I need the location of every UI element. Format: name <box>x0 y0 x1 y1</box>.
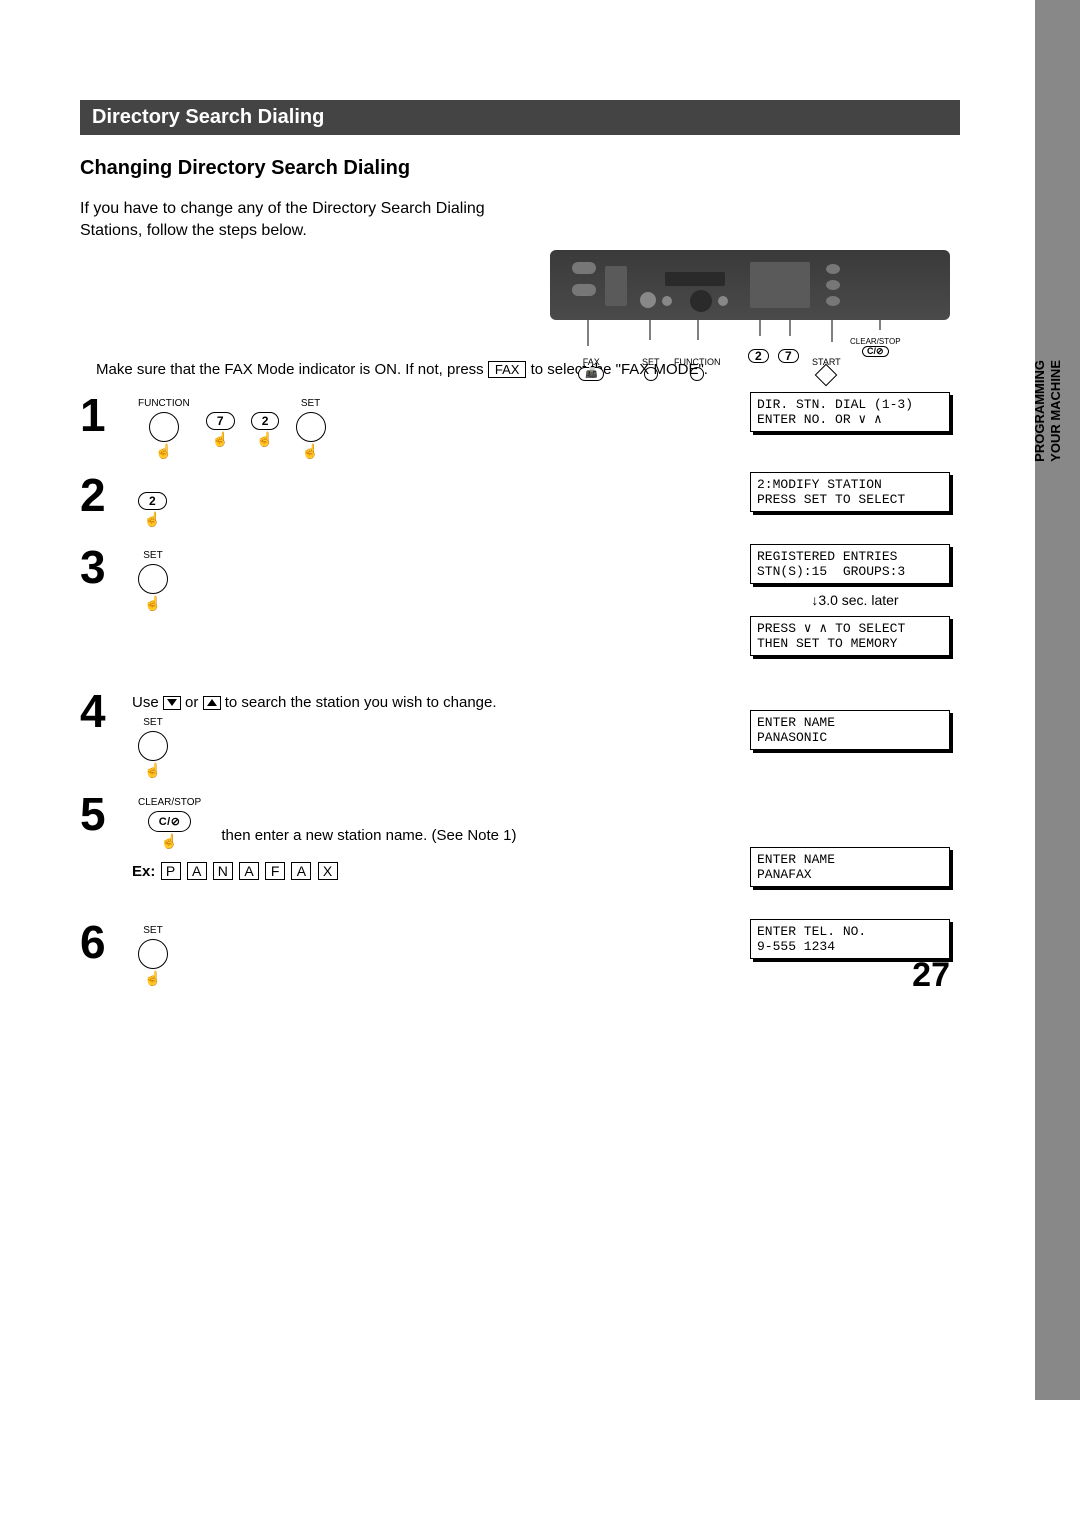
set-label: SET <box>296 398 326 410</box>
step-6: 6 SET ENTER TEL. NO. 9-555 1234 <box>80 919 960 985</box>
set-label: SET <box>138 550 168 562</box>
lcd-step3a: REGISTERED ENTRIES STN(S):15 GROUPS:3 <box>750 544 950 584</box>
example-chars: P A N A F A X <box>160 863 339 880</box>
keypad-7-label: 7 <box>206 412 235 430</box>
lcd-step2: 2:MODIFY STATION PRESS SET TO SELECT <box>750 472 950 512</box>
keypad-2-button: 2 <box>251 398 280 446</box>
step-2-num: 2 <box>80 472 132 518</box>
keycap: A <box>291 862 311 880</box>
down-arrow-icon <box>163 696 181 710</box>
callout-fax: FAX 📠 <box>578 357 604 381</box>
step4-pre: Use <box>132 694 163 711</box>
manual-page: PROGRAMMING YOUR MACHINE Directory Searc… <box>0 0 1080 1025</box>
callout-set-label: SET <box>642 357 660 367</box>
keypad-2-button: 2 <box>138 478 167 526</box>
callout-function: FUNCTION <box>674 357 721 383</box>
press-icon <box>138 763 168 777</box>
step-2: 2 2 2:MODIFY STATION PRESS SET TO SELECT <box>80 472 960 530</box>
step-5-body: CLEAR/STOP C/⊘ then enter a new station … <box>132 791 730 880</box>
step-4-num: 4 <box>80 688 132 734</box>
callout-function-label: FUNCTION <box>674 357 721 367</box>
device-illustration: FAX 📠 SET FUNCTION 2 7 START CLE <box>550 250 950 427</box>
press-icon <box>206 432 235 446</box>
step-6-num: 6 <box>80 919 132 965</box>
step-4-body: Use or to search the station you wish to… <box>132 688 730 777</box>
press-icon <box>138 971 168 985</box>
step-5-num: 5 <box>80 791 132 837</box>
device-panel <box>550 250 950 320</box>
set-button: SET <box>138 717 168 777</box>
subheading: Changing Directory Search Dialing <box>80 157 960 180</box>
side-tab-line1: PROGRAMMING <box>1032 360 1047 462</box>
callout-fax-label: FAX <box>583 357 600 367</box>
keycap: A <box>239 862 259 880</box>
callout-2: 2 <box>748 349 769 363</box>
intro-text: If you have to change any of the Directo… <box>80 198 520 241</box>
set-label: SET <box>138 717 168 729</box>
keycap: N <box>213 862 233 880</box>
step-3-num: 3 <box>80 544 132 590</box>
callout-clearstop-btn: C/⊘ <box>862 346 889 357</box>
callout-start: START <box>812 357 841 385</box>
keycap: A <box>187 862 207 880</box>
section-header: Directory Search Dialing <box>80 100 960 135</box>
example-label: Ex: <box>132 863 155 880</box>
keypad-2-label: 2 <box>251 412 280 430</box>
device-callouts: FAX 📠 SET FUNCTION 2 7 START CLE <box>550 357 950 427</box>
side-tab-label: PROGRAMMING YOUR MACHINE <box>1032 360 1063 462</box>
lcd-step4: ENTER NAME PANASONIC <box>750 710 950 750</box>
step4-mid: or <box>185 694 203 711</box>
set-button: SET <box>296 398 326 458</box>
mode-line-pre: Make sure that the FAX Mode indicator is… <box>96 361 488 378</box>
callout-2-label: 2 <box>748 349 769 363</box>
side-tab-bar <box>1035 0 1080 1400</box>
keycap: F <box>265 862 285 880</box>
lcd-step6: ENTER TEL. NO. 9-555 1234 <box>750 919 950 959</box>
step-2-body: 2 <box>132 472 730 526</box>
set-label: SET <box>138 925 168 937</box>
clearstop-btn-label: C/⊘ <box>148 811 192 832</box>
press-icon <box>296 444 326 458</box>
keycap: X <box>318 862 338 880</box>
clearstop-label: CLEAR/STOP <box>138 797 201 809</box>
function-label: FUNCTION <box>138 398 190 410</box>
press-icon <box>138 596 168 610</box>
fax-keycap: FAX <box>488 361 527 378</box>
press-icon <box>138 834 201 848</box>
step-5: 5 CLEAR/STOP C/⊘ then enter a new statio… <box>80 791 960 905</box>
step-4: 4 Use or to search the station you wish … <box>80 688 960 777</box>
step-1-num: 1 <box>80 392 132 438</box>
press-icon <box>251 432 280 446</box>
callout-set: SET <box>642 357 660 383</box>
callout-7: 7 <box>778 349 799 363</box>
up-arrow-icon <box>203 696 221 710</box>
press-icon <box>138 512 167 526</box>
page-number: 27 <box>912 956 950 995</box>
step5-text: then enter a new station name. (See Note… <box>221 827 516 844</box>
delay-note: ↓3.0 sec. later <box>750 592 960 608</box>
callout-clearstop-label: CLEAR/STOP <box>850 337 901 346</box>
press-icon <box>138 444 190 458</box>
lcd-step3b: PRESS ∨ ∧ TO SELECT THEN SET TO MEMORY <box>750 616 950 656</box>
function-button: FUNCTION <box>138 398 190 458</box>
step-3-body: SET <box>132 544 730 610</box>
lcd-step5: ENTER NAME PANAFAX <box>750 847 950 887</box>
step-6-body: SET <box>132 919 730 985</box>
side-tab-line2: YOUR MACHINE <box>1048 360 1063 462</box>
set-button: SET <box>138 550 168 610</box>
clearstop-button: CLEAR/STOP C/⊘ <box>138 797 201 848</box>
keypad-7-button: 7 <box>206 398 235 446</box>
callout-clearstop: CLEAR/STOP C/⊘ <box>850 337 901 357</box>
set-button: SET <box>138 925 168 985</box>
step-3: 3 SET REGISTERED ENTRIES STN(S):15 GROUP… <box>80 544 960 674</box>
step4-post: to search the station you wish to change… <box>225 694 497 711</box>
keycap: P <box>161 862 181 880</box>
keypad-2-label: 2 <box>138 492 167 510</box>
callout-7-label: 7 <box>778 349 799 363</box>
